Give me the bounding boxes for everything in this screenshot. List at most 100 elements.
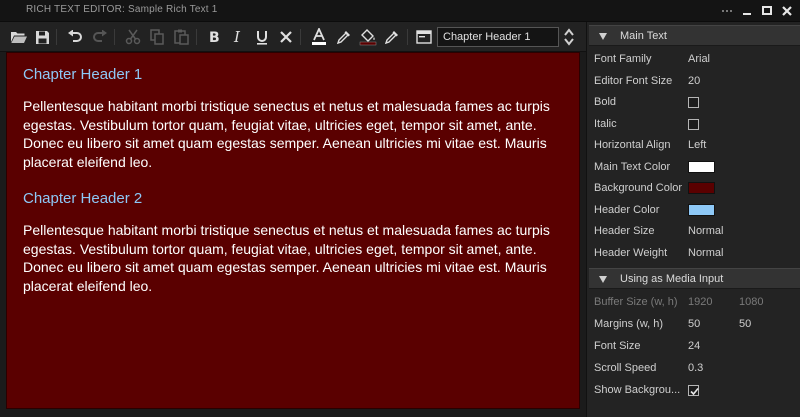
chevron-updown-icon — [564, 28, 574, 46]
section-media-input[interactable]: Using as Media Input — [589, 268, 800, 289]
italic-checkbox[interactable] — [688, 118, 699, 130]
buffer-height-value: 1080 — [739, 296, 764, 308]
prop-font-size: Font Size 24 — [589, 336, 800, 357]
rich-text-editor[interactable]: Chapter Header 1 Pellentesque habitant m… — [6, 52, 580, 409]
margin-width-value[interactable]: 50 — [688, 318, 700, 330]
font-family-value[interactable]: Arial — [688, 53, 710, 65]
prop-header-weight: Header Weight Normal — [589, 243, 800, 264]
prop-label: Font Size — [594, 340, 641, 352]
close-button[interactable] — [780, 4, 794, 18]
section-title: Using as Media Input — [620, 273, 724, 285]
prop-label: Header Color — [594, 203, 660, 216]
prop-label: Horizontal Align — [594, 139, 671, 151]
redo-icon — [93, 30, 107, 42]
checkmark-icon — [690, 387, 699, 396]
paragraph-style-select[interactable]: Chapter Header 1 — [437, 27, 559, 47]
redo-button[interactable] — [90, 27, 110, 47]
undo-icon — [68, 30, 82, 42]
paragraph: Pellentesque habitant morbi tristique se… — [23, 222, 550, 294]
open-button[interactable] — [9, 27, 29, 47]
toolbar-separator — [56, 29, 57, 45]
chapter-header: Chapter Header 1 — [23, 66, 143, 83]
prop-label: Header Size — [594, 225, 655, 237]
eyedropper-icon — [336, 31, 350, 45]
bold-button[interactable]: B — [204, 27, 224, 47]
editor-font-size-value[interactable]: 20 — [688, 75, 700, 87]
paragraph: Pellentesque habitant morbi tristique se… — [23, 98, 550, 170]
header-size-value[interactable]: Normal — [688, 225, 723, 237]
margin-height-value[interactable]: 50 — [739, 318, 751, 330]
status-strip — [0, 409, 586, 417]
prop-margins: Margins (w, h) 50 50 — [589, 314, 800, 335]
prop-label: Editor Font Size — [594, 74, 673, 87]
background-color-swatch[interactable] — [688, 182, 715, 194]
font-size-value[interactable]: 24 — [688, 340, 700, 352]
prop-italic: Italic — [589, 114, 800, 135]
prop-label: Bold — [594, 96, 617, 108]
minimize-button[interactable] — [740, 4, 754, 18]
bold-icon: B — [209, 30, 220, 45]
style-spinner[interactable] — [563, 27, 575, 47]
prop-header-size: Header Size Normal — [589, 221, 800, 242]
save-button[interactable] — [32, 27, 52, 47]
fill-color-icon — [359, 29, 377, 46]
text-color-button[interactable] — [309, 27, 329, 47]
prop-label: Scroll Speed — [594, 362, 657, 374]
undo-button[interactable] — [65, 27, 85, 47]
prop-editor-font-size: Editor Font Size 20 — [589, 71, 800, 92]
editor-content[interactable]: Chapter Header 1 Pellentesque habitant m… — [23, 65, 571, 313]
horizontal-align-value[interactable]: Left — [688, 139, 706, 151]
prop-horizontal-align: Horizontal Align Left — [589, 135, 800, 156]
section-title: Main Text — [620, 30, 667, 42]
header-color-swatch[interactable] — [688, 203, 715, 216]
prop-bold: Bold — [589, 92, 800, 113]
cut-button[interactable] — [123, 27, 143, 47]
show-background-checkbox[interactable] — [688, 385, 699, 396]
drag-handle-icon[interactable] — [720, 4, 734, 18]
prop-label: Header Weight — [594, 246, 668, 259]
underline-button[interactable] — [252, 27, 272, 47]
header-weight-value[interactable]: Normal — [688, 247, 723, 259]
svg-text:I: I — [233, 29, 241, 45]
prop-label: Show Backgrou... — [594, 384, 681, 396]
toolbar-separator — [300, 29, 301, 45]
toolbar-separator — [407, 29, 408, 45]
paste-icon — [173, 29, 189, 45]
pen-button[interactable] — [382, 27, 402, 47]
eyedropper-button[interactable] — [334, 27, 354, 47]
maximize-button[interactable] — [760, 4, 774, 18]
paragraph-style-button[interactable] — [414, 27, 434, 47]
collapse-arrow-icon — [599, 276, 607, 283]
copy-icon — [149, 29, 164, 45]
title-bar: RICH TEXT EDITOR: Sample Rich Text 1 — [0, 0, 800, 22]
close-icon — [782, 6, 792, 16]
chapter-header: Chapter Header 2 — [23, 190, 143, 207]
prop-font-family: Font Family Arial — [589, 49, 800, 70]
svg-text:B: B — [209, 30, 220, 45]
prop-label: Font Family — [594, 53, 652, 65]
prop-header-color: Header Color — [589, 200, 800, 221]
paste-button[interactable] — [171, 27, 191, 47]
fill-color-button[interactable] — [358, 27, 378, 47]
prop-main-text-color: Main Text Color — [589, 157, 800, 178]
prop-label: Buffer Size (w, h) — [594, 296, 678, 308]
copy-button[interactable] — [147, 27, 167, 47]
scroll-speed-value[interactable]: 0.3 — [688, 362, 703, 374]
italic-icon: I — [233, 29, 241, 45]
prop-buffer-size: Buffer Size (w, h) 1920 1080 — [589, 292, 800, 313]
pen-icon — [384, 31, 398, 45]
clear-format-button[interactable] — [276, 27, 296, 47]
section-main-text[interactable]: Main Text — [589, 25, 800, 46]
paragraph-style-icon — [416, 30, 432, 44]
bold-checkbox[interactable] — [688, 97, 699, 108]
prop-label: Background Color — [594, 182, 683, 194]
window-title: RICH TEXT EDITOR: Sample Rich Text 1 — [26, 4, 218, 15]
prop-background-color: Background Color — [589, 178, 800, 199]
text-color-icon — [312, 28, 326, 45]
toolbar: B I Chapter Header 1 — [0, 22, 586, 52]
main-text-color-swatch[interactable] — [688, 160, 715, 173]
prop-label: Main Text Color — [594, 160, 671, 173]
underline-icon — [257, 31, 267, 45]
italic-button[interactable]: I — [228, 27, 248, 47]
prop-label: Italic — [594, 117, 617, 130]
